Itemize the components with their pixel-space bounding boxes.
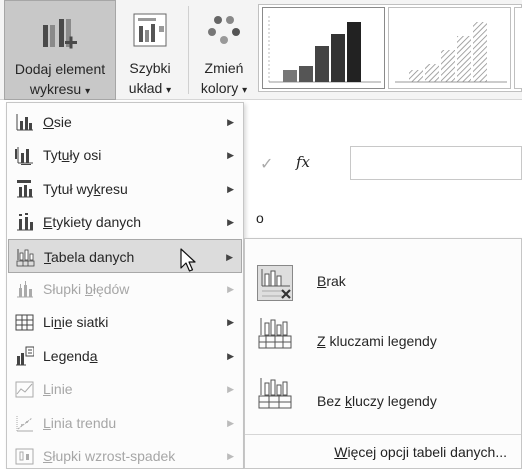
menu-item-trendline[interactable]: Linia trendu ▶: [8, 406, 242, 440]
submenu-arrow-icon: ▶: [227, 150, 234, 161]
submenu-item-label: Z kluczami legendy: [317, 333, 437, 349]
data-table-submenu: Brak Z kluczami legendy Bez kluczy legen…: [244, 238, 522, 469]
up-down-bars-icon: [14, 446, 34, 466]
menu-item-label: Etykiety danych: [43, 214, 142, 231]
menu-item-data-labels[interactable]: Etykiety danych ▶: [8, 205, 242, 239]
menu-item-gridlines[interactable]: Linie siatki ▶: [8, 305, 242, 339]
data-labels-icon: [14, 212, 34, 232]
quick-layout-button[interactable]: Szybki układ ▾: [118, 0, 182, 100]
add-chart-element-button[interactable]: Dodaj element wykresu ▾: [4, 0, 116, 100]
more-data-table-options[interactable]: Więcej opcji tabeli danych...: [245, 434, 521, 468]
menu-item-label: Słupki wzrost-spadek: [43, 448, 176, 464]
submenu-arrow-icon: ▶: [227, 417, 234, 428]
menu-item-label: Tabela danych: [44, 248, 135, 265]
submenu-arrow-icon: ▶: [227, 284, 234, 294]
axes-icon: [14, 112, 34, 132]
check-icon[interactable]: ✓: [260, 154, 273, 174]
chart-style-3[interactable]: [514, 7, 522, 89]
dropdown-arrow-icon: ▾: [85, 86, 91, 97]
chart-style-2[interactable]: [388, 7, 511, 89]
change-colors-icon: [206, 12, 242, 48]
dropdown-arrow-icon: ▾: [166, 85, 172, 96]
menu-item-label: Linia trendu: [43, 414, 117, 431]
menu-item-label: Osie: [43, 114, 72, 130]
change-colors-button[interactable]: Zmień kolory ▾: [192, 0, 256, 100]
submenu-arrow-icon: ▶: [227, 217, 234, 228]
menu-item-label: Legenda: [43, 347, 98, 364]
menu-item-label: Tytuł wykresu: [43, 180, 128, 197]
quick-layout-icon: [132, 12, 168, 48]
fx-icon[interactable]: fx: [296, 153, 310, 171]
quick-layout-label-2: układ: [128, 80, 163, 96]
menu-item-up-down-bars[interactable]: Słupki wzrost-spadek ▶: [8, 439, 242, 469]
menu-item-legend[interactable]: Legenda ▶: [8, 339, 242, 373]
submenu-item-without-legend-keys[interactable]: Bez kluczy legendy: [245, 373, 521, 433]
no-data-table-icon: [257, 265, 293, 301]
menu-item-error-bars[interactable]: Słupki błędów ▶: [8, 272, 242, 306]
chart-style-1[interactable]: [262, 7, 385, 89]
submenu-item-with-legend-keys[interactable]: Z kluczami legendy: [245, 313, 521, 373]
excel-window: Dodaj element wykresu ▾ Szybki układ ▾ Z…: [0, 0, 522, 469]
menu-item-chart-title[interactable]: Tytuł wykresu ▶: [8, 172, 242, 206]
submenu-arrow-icon: ▶: [227, 317, 234, 328]
axis-titles-icon: [14, 145, 34, 166]
submenu-item-label: Bez kluczy legendy: [317, 393, 437, 409]
change-colors-label-1: Zmień: [204, 60, 244, 76]
cell-text: o: [256, 210, 264, 226]
error-bars-icon: [14, 279, 34, 299]
submenu-item-label: Brak: [317, 273, 346, 289]
submenu-arrow-icon: ▶: [227, 350, 234, 361]
submenu-arrow-icon: ▶: [227, 451, 234, 461]
gridlines-icon: [14, 312, 34, 332]
submenu-arrow-icon: ▶: [227, 183, 234, 194]
menu-item-label: Słupki błędów: [43, 281, 130, 297]
ribbon-separator: [188, 6, 189, 94]
menu-item-lines[interactable]: Linie ▶: [8, 372, 242, 406]
menu-item-axis-titles[interactable]: Tytuły osi ▶: [8, 138, 242, 172]
worksheet-row[interactable]: o: [244, 200, 522, 240]
submenu-arrow-icon: ▶: [227, 117, 234, 127]
formula-input[interactable]: [350, 146, 522, 180]
add-chart-element-label-2: wykresu: [29, 81, 82, 97]
submenu-item-none[interactable]: Brak: [245, 253, 521, 313]
add-chart-element-label-1: Dodaj element: [14, 61, 106, 77]
menu-item-label: Linie: [43, 381, 73, 398]
menu-item-axes[interactable]: Osie ▶: [8, 105, 242, 139]
trendline-icon: [14, 413, 34, 433]
lines-icon: [14, 379, 34, 399]
menu-item-label: Tytuły osi: [43, 147, 102, 164]
menu-item-label: Linie siatki: [43, 314, 109, 331]
data-table-icon: [15, 247, 35, 267]
chart-styles-gallery: [258, 4, 522, 92]
add-chart-element-menu: Osie ▶ Tytuły osi ▶ Tytuł wykresu ▶ Etykiety d…: [6, 102, 244, 469]
ribbon: Dodaj element wykresu ▾ Szybki układ ▾ Z…: [0, 0, 522, 100]
menu-item-data-table[interactable]: Tabela danych ▶: [8, 238, 242, 273]
add-chart-element-icon: [37, 15, 83, 55]
table-no-legend-keys-icon: [257, 375, 293, 411]
mouse-cursor-icon: [180, 248, 196, 274]
submenu-arrow-icon: ▶: [227, 384, 234, 395]
table-with-legend-keys-icon: [257, 315, 293, 351]
quick-layout-label-1: Szybki: [129, 60, 171, 76]
change-colors-label-2: kolory: [200, 80, 239, 96]
submenu-arrow-icon: ▶: [226, 251, 233, 262]
dropdown-arrow-icon: ▾: [242, 85, 248, 96]
legend-icon: [14, 346, 34, 366]
chart-title-icon: [14, 179, 34, 199]
formula-bar: ✓ fx: [244, 138, 522, 188]
